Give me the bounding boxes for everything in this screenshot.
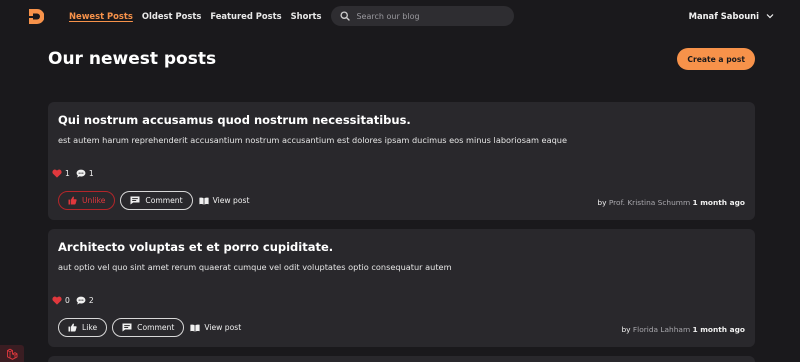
post-date: 1 month ago — [692, 325, 745, 334]
heart-icon — [52, 296, 62, 305]
post-actions: Unlike Comment View post — [58, 191, 249, 210]
unlike-button[interactable]: Unlike — [58, 191, 116, 210]
search-icon — [340, 11, 351, 21]
search-box[interactable] — [331, 6, 515, 26]
comment-icon — [122, 323, 132, 332]
open-book-icon — [199, 197, 209, 205]
author-link[interactable]: Prof. Kristina Schumm — [609, 198, 690, 207]
create-post-button[interactable]: Create a post — [677, 48, 755, 70]
author-link[interactable]: Florida Lahham — [633, 325, 690, 334]
nav-link-shorts[interactable]: Shorts — [291, 11, 322, 21]
view-post-link[interactable]: View post — [190, 323, 241, 332]
nav-link-newest[interactable]: Newest Posts — [69, 11, 133, 21]
post-card-partial — [48, 356, 755, 362]
chat-bubble-icon — [76, 169, 86, 178]
chevron-down-icon — [766, 14, 774, 19]
thumbs-up-icon — [68, 323, 77, 332]
heart-icon — [52, 169, 62, 178]
thumbs-up-icon — [68, 196, 77, 205]
comments-count: 2 — [76, 296, 94, 305]
nav-link-oldest[interactable]: Oldest Posts — [142, 11, 201, 21]
page-header: Our newest posts Create a post — [0, 32, 800, 86]
post-actions: Like Comment View post — [58, 318, 241, 337]
post-excerpt: est autem harum reprehenderit accusantiu… — [58, 135, 568, 145]
user-menu[interactable]: Manaf Sabouni — [689, 11, 774, 21]
likes-count: 1 — [52, 169, 70, 178]
posts-list: Qui nostrum accusamus quod nostrum neces… — [0, 86, 800, 362]
page-title: Our newest posts — [48, 49, 217, 69]
search-input[interactable] — [356, 11, 497, 21]
post-meta: by Florida Lahham 1 month ago — [621, 325, 745, 334]
comment-icon — [130, 196, 140, 205]
post-title[interactable]: Qui nostrum accusamus quod nostrum neces… — [58, 113, 745, 127]
top-navbar: Newest Posts Oldest Posts Featured Posts… — [0, 0, 800, 32]
user-name: Manaf Sabouni — [688, 11, 759, 21]
comment-button[interactable]: Comment — [112, 318, 185, 337]
chat-bubble-icon — [76, 296, 86, 305]
comments-count: 1 — [76, 169, 94, 178]
like-button[interactable]: Like — [58, 318, 108, 337]
likes-count: 0 — [52, 296, 70, 305]
brand-logo-icon[interactable] — [27, 8, 44, 25]
post-stats: 1 1 — [52, 169, 100, 178]
nav-link-featured[interactable]: Featured Posts — [210, 11, 281, 21]
view-post-link[interactable]: View post — [199, 196, 249, 205]
open-book-icon — [190, 324, 200, 332]
post-card: Qui nostrum accusamus quod nostrum neces… — [48, 102, 755, 220]
laravel-icon[interactable] — [0, 345, 24, 362]
post-date: 1 month ago — [692, 198, 745, 207]
post-meta: by Prof. Kristina Schumm 1 month ago — [597, 198, 745, 207]
post-excerpt: aut optio vel quo sint amet rerum quaera… — [58, 262, 452, 272]
post-title[interactable]: Architecto voluptas et et porro cupidita… — [58, 240, 745, 254]
post-stats: 0 2 — [52, 296, 100, 305]
comment-button[interactable]: Comment — [120, 191, 193, 210]
post-card: Architecto voluptas et et porro cupidita… — [48, 229, 755, 347]
